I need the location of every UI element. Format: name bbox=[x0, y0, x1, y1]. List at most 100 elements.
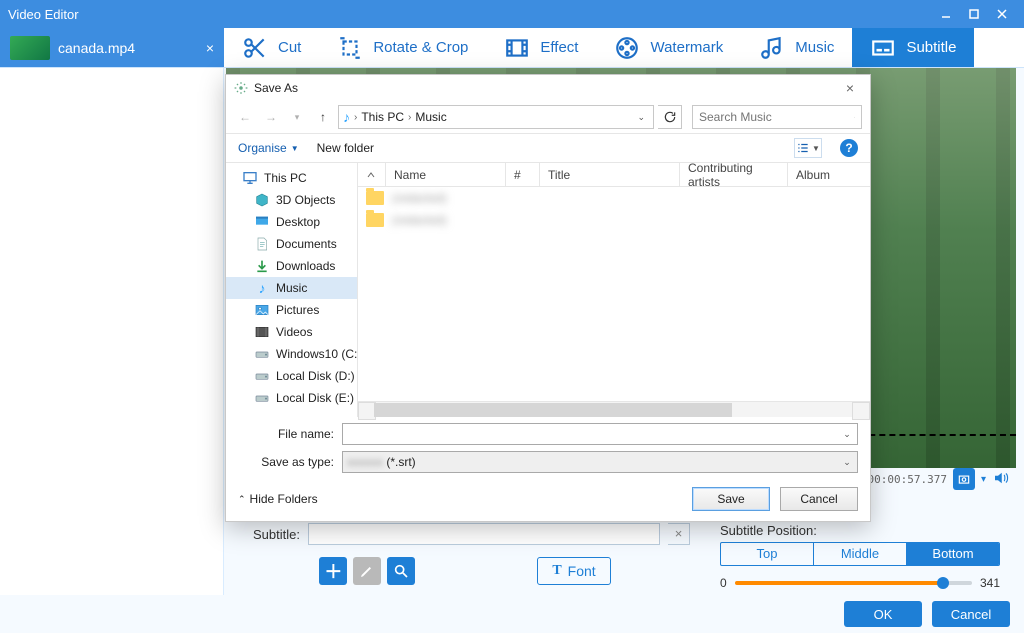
help-button[interactable]: ? bbox=[840, 139, 858, 157]
dialog-close-button[interactable]: × bbox=[838, 80, 862, 96]
folder-icon bbox=[366, 191, 384, 205]
dl-icon bbox=[254, 258, 270, 274]
tree-item-label: Pictures bbox=[276, 303, 319, 317]
col-album[interactable]: Album bbox=[788, 163, 870, 186]
edit-subtitle-button[interactable] bbox=[353, 557, 381, 585]
file-name-input[interactable] bbox=[347, 427, 853, 442]
dialog-search-field[interactable] bbox=[692, 105, 862, 129]
position-slider[interactable] bbox=[735, 581, 972, 585]
crop-icon bbox=[337, 35, 363, 61]
tree-item-local-disk-d-[interactable]: Local Disk (D:) bbox=[226, 365, 357, 387]
tree-item-pictures[interactable]: Pictures bbox=[226, 299, 357, 321]
tree-item-documents[interactable]: Documents bbox=[226, 233, 357, 255]
font-button[interactable]: T Font bbox=[537, 557, 610, 585]
cancel-button[interactable]: Cancel bbox=[932, 601, 1010, 627]
tool-cut-label: Cut bbox=[278, 39, 301, 56]
col-number[interactable]: # bbox=[506, 163, 540, 186]
window-close-button[interactable] bbox=[988, 0, 1016, 28]
tool-rotate-crop[interactable]: Rotate & Crop bbox=[319, 28, 486, 67]
dialog-save-button[interactable]: Save bbox=[692, 487, 770, 511]
nav-forward-button[interactable]: → bbox=[260, 106, 282, 128]
music-note-icon bbox=[759, 35, 785, 61]
volume-button[interactable] bbox=[992, 469, 1010, 490]
dialog-title: Save As bbox=[254, 81, 298, 95]
tree-item-downloads[interactable]: Downloads bbox=[226, 255, 357, 277]
file-list: Name # Title Contributing artists Album … bbox=[358, 163, 870, 417]
tree-item-label: Windows10 (C:) bbox=[276, 347, 358, 361]
file-name-dropdown[interactable]: ⌄ bbox=[839, 426, 855, 442]
tool-music[interactable]: Music bbox=[741, 28, 852, 67]
save-type-dropdown[interactable]: ⌄ bbox=[839, 454, 855, 470]
window-maximize-button[interactable] bbox=[960, 0, 988, 28]
slider-knob[interactable] bbox=[937, 577, 949, 589]
tool-effect[interactable]: Effect bbox=[486, 28, 596, 67]
refresh-button[interactable] bbox=[658, 105, 682, 129]
col-title[interactable]: Title bbox=[540, 163, 680, 186]
position-top[interactable]: Top bbox=[721, 543, 814, 565]
scrollbar-thumb[interactable] bbox=[374, 403, 732, 417]
search-icon bbox=[854, 111, 855, 124]
nav-recent-button[interactable]: ▾ bbox=[286, 106, 308, 128]
ok-button[interactable]: OK bbox=[844, 601, 922, 627]
nav-back-button[interactable]: ← bbox=[234, 106, 256, 128]
nav-up-button[interactable]: ↑ bbox=[312, 106, 334, 128]
file-name-field[interactable]: ⌄ bbox=[342, 423, 858, 445]
view-mode-button[interactable]: ▼ bbox=[794, 138, 822, 158]
subtitle-position-segmented: Top Middle Bottom bbox=[720, 542, 1000, 566]
tool-watermark[interactable]: Watermark bbox=[596, 28, 741, 67]
snapshot-button[interactable] bbox=[953, 468, 975, 490]
add-subtitle-button[interactable]: ＋ bbox=[319, 557, 347, 585]
tree-item-desktop[interactable]: Desktop bbox=[226, 211, 357, 233]
tool-watermark-label: Watermark bbox=[650, 39, 723, 56]
chevron-down-icon: ▼ bbox=[812, 144, 820, 153]
col-sort-indicator[interactable] bbox=[358, 163, 386, 186]
search-icon bbox=[393, 563, 409, 579]
tree-item-this-pc[interactable]: This PC bbox=[226, 167, 357, 189]
find-subtitle-button[interactable] bbox=[387, 557, 415, 585]
dialog-search-input[interactable] bbox=[699, 110, 854, 124]
position-middle[interactable]: Middle bbox=[814, 543, 907, 565]
file-tab-close-icon[interactable]: × bbox=[206, 40, 214, 56]
tool-cut[interactable]: Cut bbox=[224, 28, 319, 67]
horizontal-scrollbar[interactable] bbox=[358, 401, 870, 417]
organise-menu[interactable]: Organise▼ bbox=[238, 141, 299, 155]
address-breadcrumb[interactable]: ♪ › This PC › Music ⌄ bbox=[338, 105, 654, 129]
tool-music-label: Music bbox=[795, 39, 834, 56]
breadcrumb-1[interactable]: Music bbox=[415, 110, 446, 124]
file-row-name: (redacted) bbox=[392, 191, 447, 205]
file-row[interactable]: (redacted) bbox=[358, 187, 870, 209]
tool-subtitle[interactable]: Subtitle bbox=[852, 28, 974, 67]
tree-item-music[interactable]: ♪Music bbox=[226, 277, 357, 299]
reel-icon bbox=[614, 35, 640, 61]
breadcrumb-0[interactable]: This PC bbox=[361, 110, 404, 124]
column-headers: Name # Title Contributing artists Album bbox=[358, 163, 870, 187]
open-file-tab[interactable]: canada.mp4 × bbox=[0, 28, 224, 67]
new-folder-button[interactable]: New folder bbox=[317, 141, 374, 155]
file-name-label: canada.mp4 bbox=[58, 40, 135, 56]
position-bottom[interactable]: Bottom bbox=[907, 543, 999, 565]
tree-item-videos[interactable]: Videos bbox=[226, 321, 357, 343]
tree-item-label: Videos bbox=[276, 325, 312, 339]
tree-item-3d-objects[interactable]: 3D Objects bbox=[226, 189, 357, 211]
dialog-nav: ← → ▾ ↑ ♪ › This PC › Music ⌄ bbox=[226, 101, 870, 133]
subtitle-text-input[interactable] bbox=[308, 523, 660, 545]
folder-tree[interactable]: This PC3D ObjectsDesktopDocumentsDownloa… bbox=[226, 163, 358, 417]
tree-item-windows10-c-[interactable]: Windows10 (C:) bbox=[226, 343, 357, 365]
list-view-icon bbox=[796, 141, 810, 155]
col-name[interactable]: Name bbox=[386, 163, 506, 186]
gear-icon bbox=[234, 81, 248, 95]
scissors-icon bbox=[242, 35, 268, 61]
window-minimize-button[interactable] bbox=[932, 0, 960, 28]
save-type-field[interactable]: xxxxxx (*.srt) ⌄ bbox=[342, 451, 858, 473]
file-name-label: File name: bbox=[238, 427, 334, 441]
tree-item-local-disk-e-[interactable]: Local Disk (E:) bbox=[226, 387, 357, 409]
hide-folders-toggle[interactable]: ⌃ Hide Folders bbox=[238, 492, 318, 506]
subtitle-clear-button[interactable]: × bbox=[668, 523, 690, 545]
file-row[interactable]: (redacted) bbox=[358, 209, 870, 231]
subtitle-panel: Subtitle: × ＋ T Font Subtitle Position: … bbox=[224, 515, 1016, 595]
col-artists[interactable]: Contributing artists bbox=[680, 163, 788, 186]
dialog-cancel-button[interactable]: Cancel bbox=[780, 487, 858, 511]
file-rows[interactable]: (redacted) (redacted) bbox=[358, 187, 870, 401]
sort-asc-icon bbox=[366, 170, 376, 180]
breadcrumb-dropdown[interactable]: ⌄ bbox=[633, 112, 649, 123]
